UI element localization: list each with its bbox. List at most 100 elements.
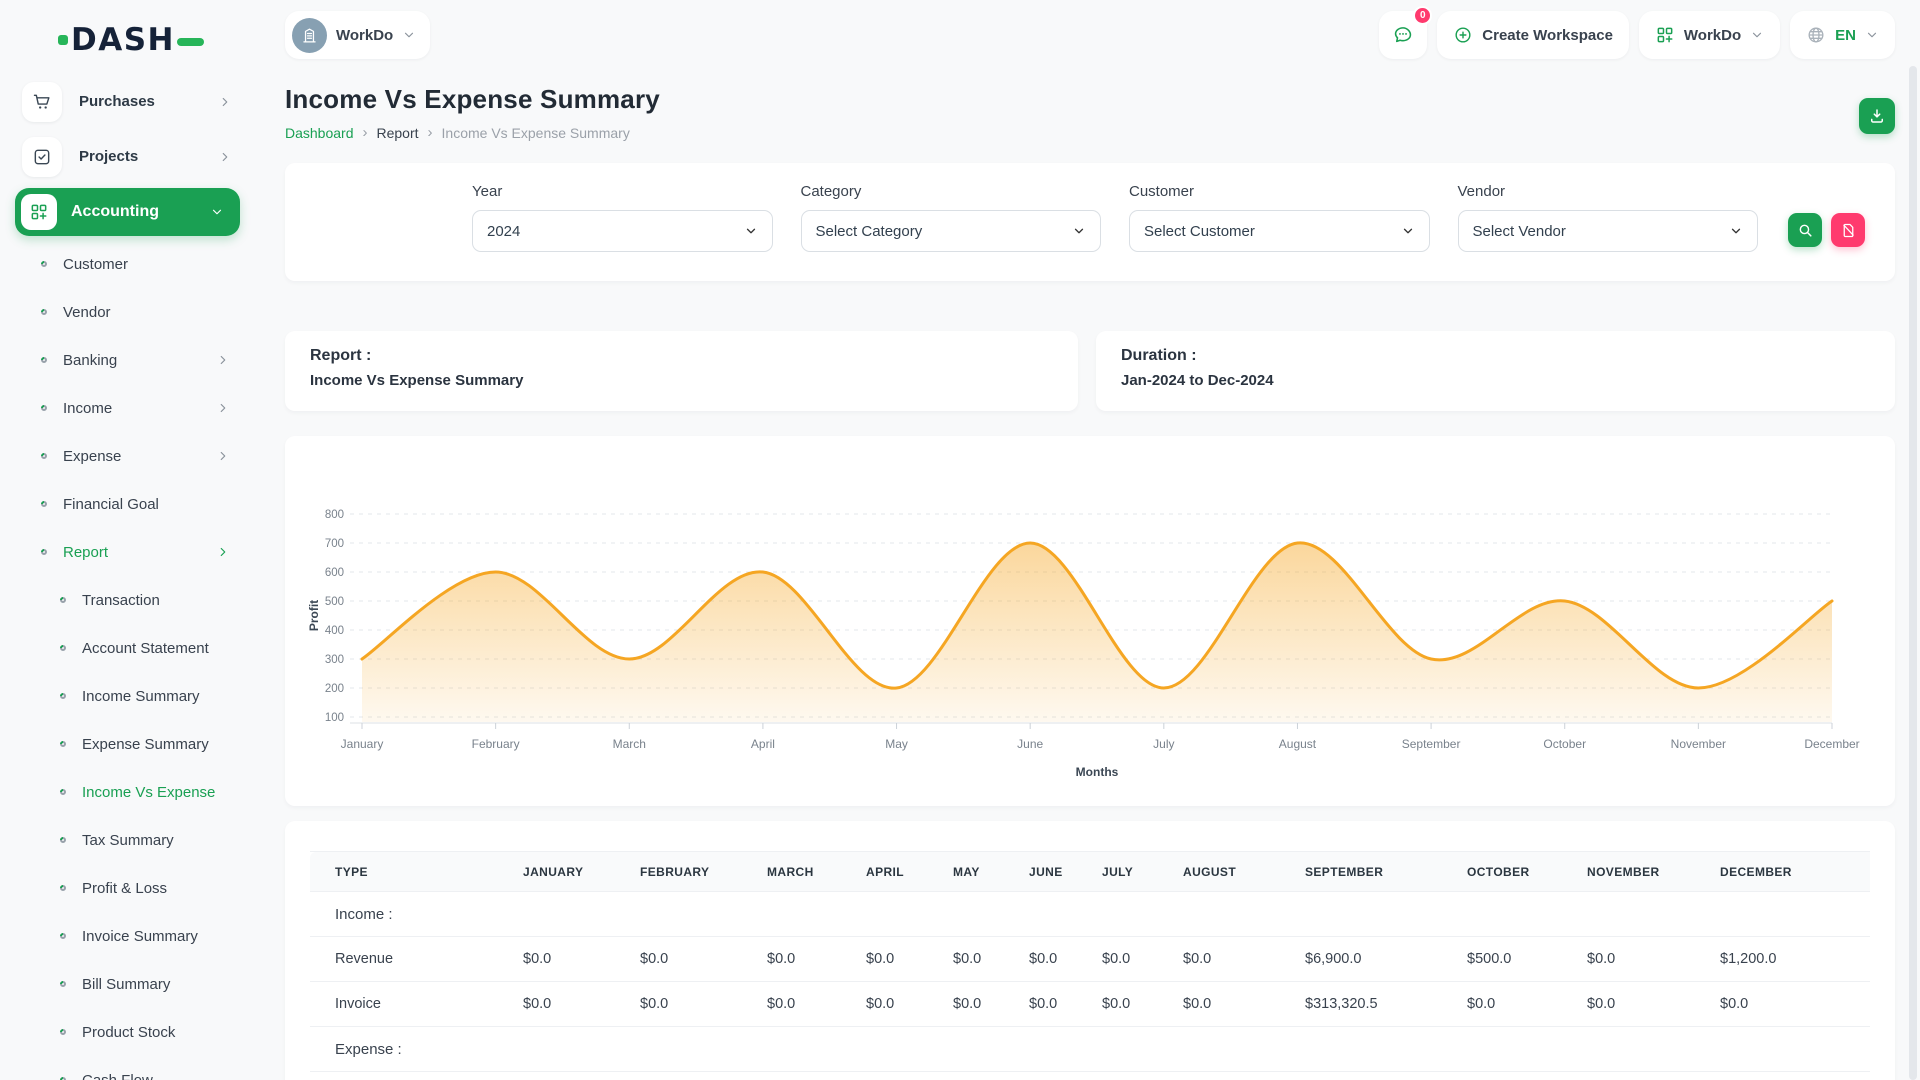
row-value: $0.0 — [866, 937, 953, 982]
app-logo[interactable]: DASH — [58, 22, 262, 58]
sidebar-item-cash-flow[interactable]: Cash Flow — [0, 1056, 262, 1080]
topbar: WorkDo 0 Create Workspace WorkDo EN — [285, 0, 1895, 62]
svg-text:July: July — [1153, 737, 1174, 751]
chevron-down-icon — [210, 205, 224, 219]
sidebar-item-expense-summary[interactable]: Expense Summary — [0, 720, 262, 768]
chevron-right-icon — [216, 401, 230, 415]
row-value: $0.0 — [523, 937, 640, 982]
svg-text:500: 500 — [325, 596, 344, 608]
table-section-row: Expense : — [310, 1027, 1870, 1072]
svg-text:600: 600 — [325, 567, 344, 579]
sidebar-item-banking[interactable]: Banking — [0, 336, 262, 384]
table-header-may: MAY — [953, 852, 1029, 892]
row-value: $0.0 — [767, 982, 866, 1027]
create-workspace-button[interactable]: Create Workspace — [1437, 11, 1629, 59]
table-header-november: NOVEMBER — [1587, 852, 1720, 892]
svg-text:Months: Months — [1076, 765, 1119, 779]
chat-bubble-icon — [1392, 24, 1414, 46]
breadcrumb-dashboard[interactable]: Dashboard — [285, 125, 354, 141]
chevron-down-icon — [402, 28, 416, 42]
table-row-revenue: Revenue$0.0$0.0$0.0$0.0$0.0$0.0$0.0$0.0$… — [310, 937, 1870, 982]
row-value: $0.0 — [1720, 982, 1870, 1027]
bullet-ring-icon — [60, 837, 66, 843]
table-header-april: APRIL — [866, 852, 953, 892]
row-value: $0.0 — [1467, 982, 1587, 1027]
check-square-icon — [22, 137, 62, 177]
workspace-avatar-building-icon — [292, 18, 327, 53]
sidebar-item-income-vs-expense[interactable]: Income Vs Expense — [0, 768, 262, 816]
language-label: EN — [1835, 27, 1856, 44]
messages-button[interactable]: 0 — [1379, 11, 1427, 59]
vertical-scrollbar[interactable] — [1909, 66, 1917, 1080]
row-value: $0.0 — [1183, 982, 1305, 1027]
chevron-down-icon — [1865, 28, 1879, 42]
category-select[interactable]: Select Category — [801, 210, 1102, 252]
circle-plus-icon — [1453, 25, 1473, 45]
row-value: $0.0 — [1587, 937, 1720, 982]
chevron-down-icon — [1729, 224, 1743, 238]
workspace-switcher[interactable]: WorkDo — [285, 11, 430, 59]
row-value: $0.0 — [953, 982, 1029, 1027]
breadcrumb-report[interactable]: Report — [377, 125, 419, 141]
sidebar-item-financial-goal[interactable]: Financial Goal — [0, 480, 262, 528]
sidebar-item-bill-summary[interactable]: Bill Summary — [0, 960, 262, 1008]
svg-text:January: January — [341, 737, 384, 751]
chevron-right-icon: › — [428, 124, 433, 141]
logo-text: DASH — [71, 22, 175, 58]
svg-text:800: 800 — [325, 509, 344, 521]
chevron-down-icon — [1401, 224, 1415, 238]
bullet-ring-icon — [60, 693, 66, 699]
sidebar-item-label: Bill Summary — [82, 976, 170, 993]
apply-filter-button[interactable] — [1788, 213, 1822, 247]
main-content: WorkDo 0 Create Workspace WorkDo EN — [262, 0, 1920, 1080]
row-value: $0.0 — [1029, 982, 1102, 1027]
row-value: $313,320.5 — [1305, 982, 1467, 1027]
sidebar-item-account-statement[interactable]: Account Statement — [0, 624, 262, 672]
sidebar-item-report[interactable]: Report — [0, 528, 262, 576]
sidebar-item-product-stock[interactable]: Product Stock — [0, 1008, 262, 1056]
sidebar-item-income[interactable]: Income — [0, 384, 262, 432]
sidebar-item-invoice-summary[interactable]: Invoice Summary — [0, 912, 262, 960]
bullet-ring-icon — [60, 885, 66, 891]
sidebar-item-profit-loss[interactable]: Profit & Loss — [0, 864, 262, 912]
app-menu-button[interactable]: WorkDo — [1639, 11, 1780, 59]
duration-summary-card: Duration : Jan-2024 to Dec-2024 — [1096, 331, 1895, 411]
download-icon — [1868, 107, 1886, 125]
row-type: Revenue — [310, 937, 523, 982]
sidebar-item-label: Profit & Loss — [82, 880, 167, 897]
language-selector[interactable]: EN — [1790, 11, 1895, 59]
sidebar-item-transaction[interactable]: Transaction — [0, 576, 262, 624]
vendor-select[interactable]: Select Vendor — [1458, 210, 1759, 252]
grid-plus-icon — [21, 194, 57, 230]
sidebar-item-label: Vendor — [63, 304, 111, 321]
sidebar-item-label: Account Statement — [82, 640, 209, 657]
sidebar-item-vendor[interactable]: Vendor — [0, 288, 262, 336]
svg-text:300: 300 — [325, 654, 344, 666]
reset-filter-button[interactable] — [1831, 213, 1865, 247]
download-report-button[interactable] — [1859, 98, 1895, 134]
chevron-down-icon — [1072, 224, 1086, 238]
customer-select[interactable]: Select Customer — [1129, 210, 1430, 252]
chevron-down-icon — [1750, 28, 1764, 42]
sidebar-item-label: Product Stock — [82, 1024, 175, 1041]
svg-text:400: 400 — [325, 625, 344, 637]
file-slash-icon — [1840, 222, 1857, 239]
sidebar-item-tax-summary[interactable]: Tax Summary — [0, 816, 262, 864]
bullet-ring-icon — [41, 549, 47, 555]
sidebar-item-customer[interactable]: Customer — [0, 240, 262, 288]
income-vs-expense-table-card: TYPEJANUARYFEBRUARYMARCHAPRILMAYJUNEJULY… — [285, 821, 1895, 1080]
sidebar-item-income-summary[interactable]: Income Summary — [0, 672, 262, 720]
year-select[interactable]: 2024 — [472, 210, 773, 252]
sidebar-item-label: Banking — [63, 352, 117, 369]
year-label: Year — [472, 183, 773, 200]
sidebar-item-accounting[interactable]: Accounting — [15, 188, 240, 236]
sidebar-item-expense[interactable]: Expense — [0, 432, 262, 480]
svg-text:April: April — [751, 737, 775, 751]
row-value: $0.0 — [1029, 937, 1102, 982]
sidebar-item-projects[interactable]: Projects — [0, 129, 262, 184]
table-row-invoice: Invoice$0.0$0.0$0.0$0.0$0.0$0.0$0.0$0.0$… — [310, 982, 1870, 1027]
row-value: $0.0 — [1183, 937, 1305, 982]
table-header-august: AUGUST — [1183, 852, 1305, 892]
sidebar-item-label: Cash Flow — [82, 1072, 153, 1080]
sidebar-item-purchases[interactable]: Purchases — [0, 74, 262, 129]
